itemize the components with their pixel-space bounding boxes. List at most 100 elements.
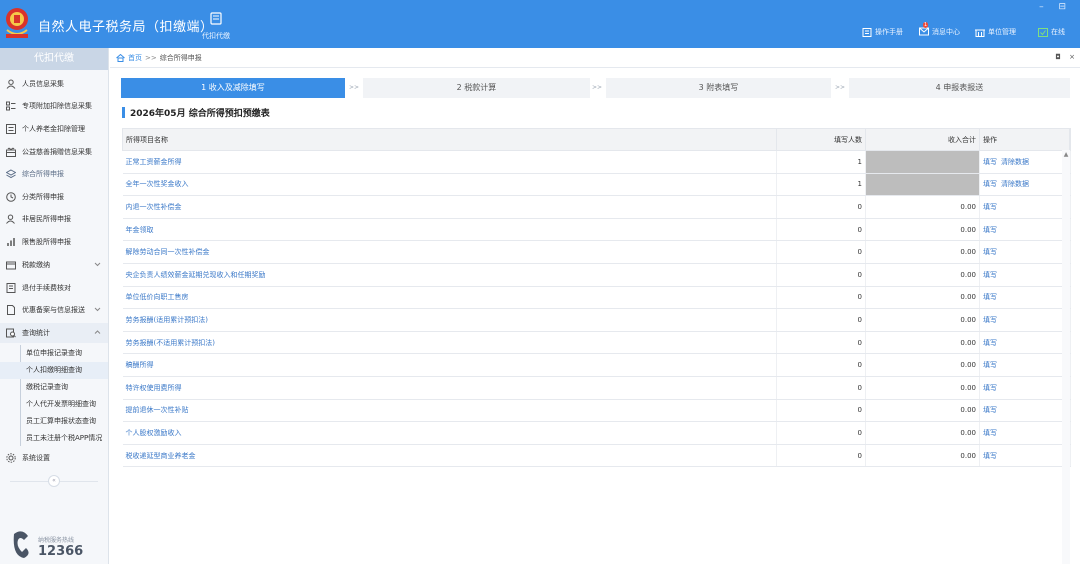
fill-link[interactable]: 填写: [983, 316, 997, 324]
submenu-item-annual-settlement-status[interactable]: 员工汇算申报状态查询: [0, 413, 108, 430]
income-item-name[interactable]: 单位低价向职工售房: [122, 286, 777, 310]
income-item-name[interactable]: 劳务报酬(不适用累计预扣法): [122, 331, 777, 355]
income-item-name[interactable]: 内退一次性补偿金: [122, 195, 777, 219]
sidebar-item-fee-refund[interactable]: 退付手续费核对: [0, 278, 108, 298]
form-title: 2026年05月 综合所得预扣预缴表: [122, 106, 270, 119]
breadcrumb: 首页 >> 综合所得申报 ◘ ×: [110, 48, 1080, 68]
unit-management-label: 单位管理: [988, 28, 1016, 36]
breadcrumb-separator: >>: [145, 53, 157, 62]
income-item-name[interactable]: 央企负责人绩效薪金延期兑现收入和任期奖励: [122, 263, 777, 287]
list-icon: [6, 101, 16, 111]
sidebar-item-preferential-filing[interactable]: 优惠备案与信息报送: [0, 300, 108, 320]
step-tax-calculation[interactable]: 2 税款计算: [363, 78, 590, 98]
sidebar-item-donation[interactable]: 公益慈善捐赠信息采集: [0, 142, 108, 162]
tab-window-controls[interactable]: ◘ ×: [1055, 53, 1078, 61]
step-schedule-fill[interactable]: 3 附表填写: [606, 78, 831, 98]
sidebar-item-comprehensive-income[interactable]: 综合所得申报: [0, 164, 108, 184]
income-total: 0.00: [865, 240, 980, 264]
breadcrumb-home[interactable]: 首页: [128, 53, 142, 63]
row-actions: 填写: [979, 218, 1071, 242]
sidebar-item-classified-income[interactable]: 分类所得申报: [0, 187, 108, 207]
sidebar-collapse-button[interactable]: «: [48, 475, 60, 487]
window-controls[interactable]: – ⊟: [1039, 2, 1072, 12]
sidebar-item-special-deduction[interactable]: 专项附加扣除信息采集: [0, 96, 108, 116]
fill-link[interactable]: 填写: [983, 158, 997, 166]
fill-link[interactable]: 填写: [983, 271, 997, 279]
withholding-tool-label: 代扣代缴: [202, 32, 230, 40]
income-item-name[interactable]: 稿酬所得: [122, 353, 777, 377]
sidebar-item-tax-payment[interactable]: 税款缴纳: [0, 255, 108, 275]
fill-link[interactable]: 填写: [983, 248, 997, 256]
income-total: 0.00: [865, 421, 980, 445]
income-item-name[interactable]: 年金领取: [122, 218, 777, 242]
fill-link[interactable]: 填写: [983, 384, 997, 392]
income-total: 0.00: [865, 353, 980, 377]
scroll-up-arrow[interactable]: ▲: [1063, 152, 1069, 158]
income-item-name[interactable]: 税收递延型商业养老金: [122, 444, 777, 468]
filled-count: 0: [776, 421, 866, 445]
submenu-item-unit-declaration-records[interactable]: 单位申报记录查询: [0, 345, 108, 362]
table-row: 稿酬所得 0 0.00 填写: [122, 353, 1071, 377]
income-item-name[interactable]: 特许权使用费所得: [122, 376, 777, 400]
bar-chart-icon: [7, 238, 15, 246]
submenu-item-invoice-details[interactable]: 个人代开发票明细查询: [0, 396, 108, 413]
manual-link[interactable]: 操作手册: [862, 26, 903, 38]
submenu-item-app-registration[interactable]: 员工未注册个税APP情况: [0, 430, 108, 447]
fill-link[interactable]: 填写: [983, 339, 997, 347]
sidebar-item-query-stats[interactable]: 查询统计: [0, 323, 108, 343]
fill-link[interactable]: 填写: [983, 203, 997, 211]
chevron-up-icon: [94, 330, 101, 334]
income-total: 0.00: [865, 263, 980, 287]
clear-data-link[interactable]: 清除数据: [1001, 158, 1029, 166]
clock-icon: [6, 192, 16, 202]
app-title: 自然人电子税务局（扣缴端）: [38, 20, 214, 35]
col-header-actions: 操作: [979, 128, 1071, 151]
filled-count: 0: [776, 195, 866, 219]
step-arrow: >>: [348, 84, 360, 91]
income-item-name[interactable]: 提前退休一次性补贴: [122, 399, 777, 423]
sidebar-item-system-settings[interactable]: 系统设置: [0, 448, 108, 468]
sidebar-item-label: 限售股所得申报: [22, 238, 71, 246]
col-header-income-total: 收入合计: [865, 128, 980, 151]
filled-count: 1: [776, 150, 866, 174]
submenu-item-personal-withholding-details[interactable]: 个人扣缴明细查询: [0, 362, 108, 379]
income-item-name[interactable]: 解除劳动合同一次性补偿金: [122, 240, 777, 264]
fill-link[interactable]: 填写: [983, 361, 997, 369]
form-title-text: 2026年05月 综合所得预扣预缴表: [130, 108, 270, 119]
income-total: 0.00: [865, 444, 980, 468]
sidebar-item-restricted-shares[interactable]: 限售股所得申报: [0, 232, 108, 252]
fill-link[interactable]: 填写: [983, 226, 997, 234]
step-report-submit[interactable]: 4 申报表报送: [849, 78, 1070, 98]
table-scrollbar[interactable]: ▲: [1062, 150, 1070, 564]
income-total: 0.00: [865, 399, 980, 423]
step-income-deduction[interactable]: 1 收入及减除填写: [121, 78, 345, 98]
fill-link[interactable]: 填写: [983, 429, 997, 437]
income-item-name[interactable]: 个人股权激励收入: [122, 421, 777, 445]
income-item-name[interactable]: 全年一次性奖金收入: [122, 173, 777, 197]
row-actions: 填写 清除数据: [979, 150, 1071, 174]
sidebar-item-non-resident[interactable]: 非居民所得申报: [0, 209, 108, 229]
online-status[interactable]: 在线: [1038, 26, 1065, 38]
sidebar-item-pension[interactable]: 个人养老金扣除管理: [0, 119, 108, 139]
income-total: 0.00: [865, 195, 980, 219]
fill-link[interactable]: 填写: [983, 452, 997, 460]
clear-data-link[interactable]: 清除数据: [1001, 180, 1029, 188]
withholding-tool-button[interactable]: 代扣代缴: [196, 12, 236, 41]
filled-count: 0: [776, 308, 866, 332]
sidebar-item-person-info[interactable]: 人员信息采集: [0, 74, 108, 94]
fill-link[interactable]: 填写: [983, 406, 997, 414]
chevron-down-icon: [94, 262, 101, 267]
unit-management-link[interactable]: 单位管理: [975, 26, 1016, 38]
message-center-link[interactable]: 1 消息中心: [919, 21, 960, 38]
fill-link[interactable]: 填写: [983, 293, 997, 301]
filled-count: 0: [776, 263, 866, 287]
row-actions: 填写: [979, 195, 1071, 219]
row-actions: 填写: [979, 399, 1071, 423]
income-item-name[interactable]: 正常工资薪金所得: [122, 150, 777, 174]
income-total: 0.00: [865, 376, 980, 400]
sidebar-item-label: 优惠备案与信息报送: [22, 306, 85, 314]
table-row: 劳务报酬(不适用累计预扣法) 0 0.00 填写: [122, 331, 1071, 355]
submenu-item-tax-payment-records[interactable]: 缴税记录查询: [0, 379, 108, 396]
income-item-name[interactable]: 劳务报酬(适用累计预扣法): [122, 308, 777, 332]
fill-link[interactable]: 填写: [983, 180, 997, 188]
